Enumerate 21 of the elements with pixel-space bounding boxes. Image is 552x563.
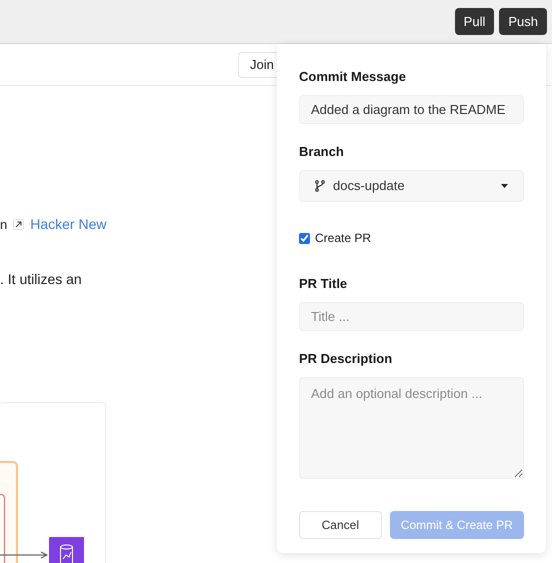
branch-icon (315, 180, 325, 192)
field-label: PR Description (299, 351, 394, 367)
field-label: Branch (299, 144, 345, 160)
toolbar-button[interactable]: Push (499, 8, 547, 35)
body-text: n (0, 216, 8, 234)
pr-title-field[interactable]: Title ... (299, 302, 524, 331)
field-label: Commit Message (299, 69, 407, 85)
checkbox-label: Create PR (315, 230, 372, 247)
create-pr-checkbox[interactable] (299, 232, 310, 244)
external-link-icon (13, 219, 24, 230)
cancel-button[interactable]: Cancel (299, 511, 382, 539)
body-text: . It utilizes an (0, 270, 82, 289)
join-button[interactable]: Join (238, 52, 277, 78)
branch-select[interactable]: docs-update (299, 170, 524, 202)
hacker-news-link[interactable]: Hacker New (30, 214, 106, 235)
pr-description-field[interactable]: Add an optional description ... (299, 377, 524, 479)
caret-icon (501, 184, 508, 188)
commit-message-field[interactable]: Added a diagram to the README (299, 95, 524, 124)
field-label: PR Title (299, 276, 348, 292)
arrow-drawing (0, 551, 48, 559)
toolbar-button[interactable]: Pull (454, 8, 494, 35)
